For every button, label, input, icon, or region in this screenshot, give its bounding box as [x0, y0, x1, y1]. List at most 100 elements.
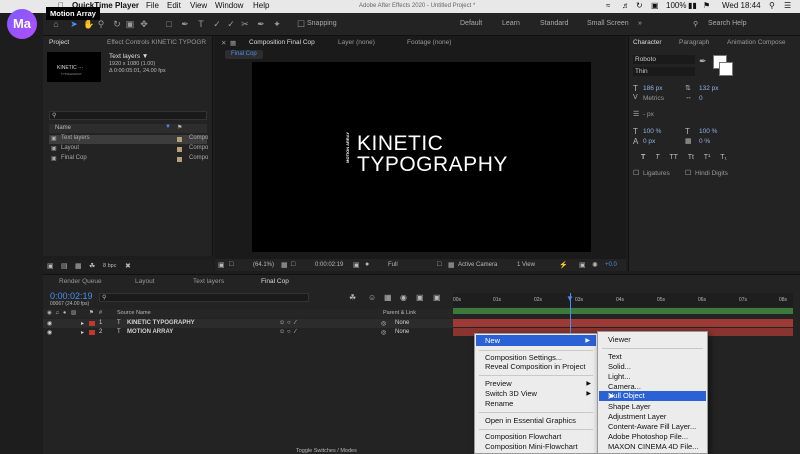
- brush-tool-icon[interactable]: ✓: [212, 19, 222, 29]
- selection-tool-icon[interactable]: ➤: [69, 19, 79, 29]
- expand-arrow-icon[interactable]: ▸: [81, 329, 84, 336]
- faux-bold-icon[interactable]: T: [641, 154, 645, 161]
- pickwhip-icon[interactable]: ◎: [381, 329, 386, 336]
- vertical-scale-field[interactable]: 100 %: [643, 128, 661, 135]
- snapshot-icon[interactable]: ▣: [353, 261, 360, 269]
- workspace-learn[interactable]: Learn: [502, 20, 520, 27]
- motion-blur-icon[interactable]: ◉: [400, 293, 407, 302]
- menu-list-icon[interactable]: ☰: [784, 1, 791, 10]
- transparency-grid-icon[interactable]: ▦: [448, 261, 455, 269]
- kerning-field[interactable]: Metrics: [643, 95, 664, 102]
- tab-paragraph[interactable]: Paragraph: [679, 39, 709, 46]
- layer-track-bar[interactable]: [453, 319, 793, 327]
- exposure-value[interactable]: +0.0: [605, 262, 617, 268]
- flowchart-icon[interactable]: ☘: [89, 262, 95, 270]
- roi-icon[interactable]: □: [437, 261, 441, 268]
- timeline-icon[interactable]: ▣: [579, 261, 586, 269]
- submenu-item-light[interactable]: Light...: [608, 372, 631, 381]
- resolution-dropdown[interactable]: Full: [388, 262, 398, 268]
- time-ruler[interactable]: 00s 01s 02s 03s 04s 05s 06s 07s 08s: [453, 293, 793, 307]
- collapse-icon[interactable]: ○: [287, 320, 291, 326]
- solo-switch-icon[interactable]: ●: [63, 310, 66, 316]
- tab-composition[interactable]: Composition Final Cop: [249, 39, 315, 46]
- workspace-default[interactable]: Default: [460, 20, 482, 27]
- menu-item-open-essential-graphics[interactable]: Open in Essential Graphics: [485, 416, 576, 425]
- submenu-item-text[interactable]: Text: [608, 352, 622, 361]
- pickwhip-icon[interactable]: ◎: [381, 320, 386, 327]
- wifi-icon[interactable]: ≈: [606, 1, 610, 10]
- pen-tool-icon[interactable]: ✒: [180, 19, 190, 29]
- shy-icon[interactable]: ☺: [279, 320, 285, 326]
- layer-label-color[interactable]: [89, 321, 95, 326]
- label-column-icon[interactable]: ⚑: [177, 124, 182, 131]
- search-help-input[interactable]: Search Help: [708, 20, 747, 27]
- timeline-search-input[interactable]: ⚲: [99, 293, 309, 302]
- shy-icon[interactable]: ☺: [279, 329, 285, 335]
- submenu-item-shape-layer[interactable]: Shape Layer: [608, 402, 651, 411]
- column-name[interactable]: Name: [55, 125, 71, 131]
- horizontal-scale-field[interactable]: 100 %: [699, 128, 717, 135]
- baseline-shift-field[interactable]: 0 px: [643, 138, 655, 145]
- timeline-layer-row[interactable]: ◉ ▸ 2 T MOTION ARRAY ☺ ○ ∕ ◎ None: [43, 328, 453, 337]
- layer-name[interactable]: KINETIC TYPOGRAPHY: [127, 320, 195, 326]
- menu-item-switch-3d-view[interactable]: Switch 3D View: [485, 389, 537, 398]
- parent-dropdown[interactable]: None: [395, 320, 409, 326]
- label-column-icon[interactable]: ⚑: [89, 310, 94, 316]
- reset-exposure-icon[interactable]: ✺: [592, 261, 598, 269]
- puppet-tool-icon[interactable]: ✦: [272, 19, 282, 29]
- comp-breadcrumb[interactable]: Final Cop: [225, 50, 263, 59]
- menubar-item-view[interactable]: View: [190, 1, 207, 10]
- zoom-dropdown[interactable]: (64.1%): [253, 262, 274, 268]
- menubar-item-edit[interactable]: Edit: [167, 1, 181, 10]
- graph-editor-icon[interactable]: ▣: [416, 293, 424, 302]
- rotate-tool-icon[interactable]: ↻: [112, 19, 122, 29]
- quality-icon[interactable]: ∕: [295, 329, 296, 335]
- quality-icon[interactable]: ∕: [295, 320, 296, 326]
- battery-icon[interactable]: ▮▮: [688, 1, 697, 10]
- spotlight-icon[interactable]: ⚲: [769, 1, 775, 10]
- rectangle-tool-icon[interactable]: □: [164, 19, 174, 29]
- menu-item-composition-settings[interactable]: Composition Settings...: [485, 353, 562, 362]
- submenu-item-viewer[interactable]: Viewer: [608, 335, 631, 344]
- bit-depth[interactable]: 8 bpc: [103, 263, 116, 269]
- menu-item-composition-flowchart[interactable]: Composition Flowchart: [485, 432, 561, 441]
- playhead-handle-icon[interactable]: ▼: [566, 294, 574, 303]
- tab-render-queue[interactable]: Render Queue: [59, 278, 102, 285]
- close-tab-icon[interactable]: ✕: [221, 39, 226, 47]
- layer-name[interactable]: MOTION ARRAY: [127, 329, 173, 335]
- cast-icon[interactable]: ▣: [651, 1, 659, 10]
- font-size-field[interactable]: 186 px: [643, 85, 663, 92]
- trash-icon[interactable]: ✖: [125, 262, 131, 270]
- toggle-mask-icon[interactable]: □: [229, 261, 233, 268]
- zoom-tool-icon[interactable]: ⚲: [96, 19, 106, 29]
- column-source-name[interactable]: Source Name: [117, 310, 151, 316]
- views-dropdown[interactable]: 1 View: [517, 262, 535, 268]
- font-style-dropdown[interactable]: Thin: [633, 67, 695, 76]
- camera-tool-icon[interactable]: ▣: [125, 19, 135, 29]
- viewer-timecode[interactable]: 0:00:02:19: [315, 262, 343, 268]
- leading-field[interactable]: 132 px: [699, 85, 719, 92]
- new-comp-icon[interactable]: ▦: [75, 262, 82, 270]
- collapse-icon[interactable]: ○: [287, 329, 291, 335]
- tab-final-cop[interactable]: Final Cop: [261, 278, 289, 285]
- small-caps-icon[interactable]: Tt: [688, 154, 694, 161]
- tab-character[interactable]: Character: [633, 39, 662, 46]
- submenu-item-camera[interactable]: Camera...: [608, 382, 641, 391]
- ligatures-checkbox[interactable]: ☐: [633, 169, 639, 177]
- work-area-bar[interactable]: [453, 308, 793, 314]
- tab-layer[interactable]: Layer (none): [338, 39, 375, 46]
- new-folder-icon[interactable]: ▤: [61, 262, 68, 270]
- flag-icon[interactable]: ⚑: [703, 1, 710, 10]
- toggle-switches-modes[interactable]: Toggle Switches / Modes: [296, 448, 357, 454]
- hand-tool-icon[interactable]: ✋: [83, 19, 94, 29]
- submenu-item-cinema4d-file[interactable]: MAXON CINEMA 4D File...: [608, 442, 698, 451]
- submenu-item-solid[interactable]: Solid...: [608, 362, 631, 371]
- timeline-timecode[interactable]: 0:00:02:19: [50, 291, 93, 301]
- workspace-standard[interactable]: Standard: [540, 20, 568, 27]
- tab-text-layers[interactable]: Text layers: [193, 278, 224, 285]
- eyedropper-icon[interactable]: ✒: [699, 56, 707, 67]
- expand-arrow-icon[interactable]: ▸: [81, 320, 84, 327]
- superscript-icon[interactable]: T¹: [704, 154, 711, 161]
- interpret-footage-icon[interactable]: ▣: [47, 262, 54, 270]
- sort-arrow-icon[interactable]: ▼: [165, 124, 171, 130]
